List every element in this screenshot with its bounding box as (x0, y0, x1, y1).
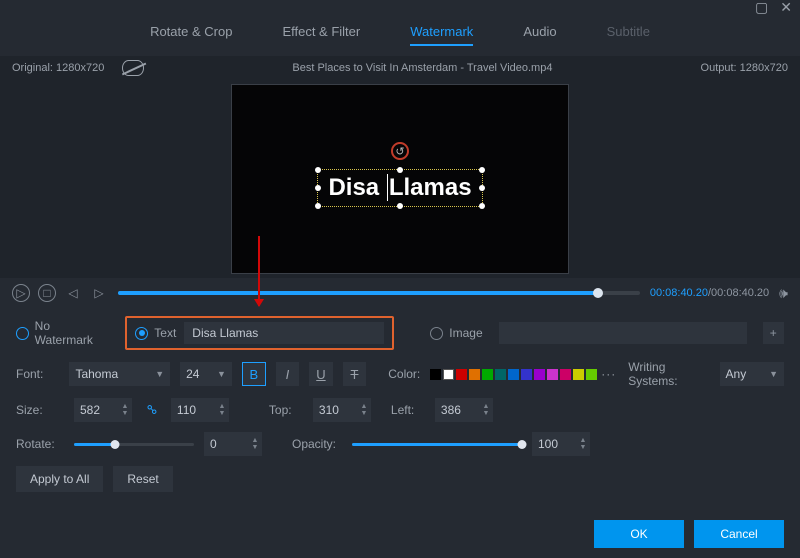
preview-toggle-icon[interactable] (122, 60, 144, 76)
writing-systems-select[interactable]: Any▼ (720, 362, 784, 386)
strikethrough-button[interactable]: T (343, 362, 367, 386)
top-spinner[interactable]: ▲▼ (313, 398, 371, 422)
next-frame-button[interactable]: ▷ (90, 284, 108, 302)
play-button[interactable]: ▷ (12, 284, 30, 302)
radio-no-watermark[interactable]: No Watermark (16, 319, 109, 347)
radio-image[interactable]: Image (430, 326, 482, 340)
font-size-select[interactable]: 24▼ (180, 362, 232, 386)
output-dimensions: Output: 1280x720 (701, 62, 788, 74)
underline-button[interactable]: U (309, 362, 333, 386)
opacity-label: Opacity: (292, 437, 342, 451)
watermark-text-input[interactable] (184, 322, 384, 344)
rotate-spinner[interactable]: ▲▼ (204, 432, 262, 456)
cancel-button[interactable]: Cancel (694, 520, 784, 548)
tab-subtitle[interactable]: Subtitle (607, 20, 650, 46)
italic-button[interactable]: I (276, 362, 300, 386)
file-name: Best Places to Visit In Amsterdam - Trav… (292, 62, 552, 74)
tab-bar: Rotate & Crop Effect & Filter Watermark … (0, 14, 800, 56)
radio-text[interactable]: Text (135, 326, 176, 340)
color-palette[interactable]: ··· (430, 367, 618, 381)
reset-button[interactable]: Reset (113, 466, 172, 492)
size-label: Size: (16, 403, 64, 417)
bold-button[interactable]: B (242, 362, 266, 386)
left-label: Left: (391, 403, 425, 417)
more-colors-icon: ··· (599, 367, 618, 381)
maximize-icon[interactable]: ▢ (755, 0, 768, 14)
image-path-input[interactable] (499, 322, 747, 344)
tab-audio[interactable]: Audio (523, 20, 556, 46)
close-icon[interactable]: ✕ (780, 0, 792, 14)
height-spinner[interactable]: ▲▼ (171, 398, 229, 422)
add-image-button[interactable]: + (763, 322, 784, 344)
time-display: 00:08:40.20/00:08:40.20 (650, 287, 769, 299)
font-label: Font: (16, 367, 59, 381)
rotate-slider[interactable] (74, 443, 194, 446)
video-preview: ↺ Disa Llamas (0, 80, 800, 278)
opacity-slider[interactable] (352, 443, 522, 446)
font-family-select[interactable]: Tahoma▼ (69, 362, 170, 386)
link-aspect-icon[interactable]: ⚯ (139, 398, 164, 423)
video-frame[interactable]: ↺ Disa Llamas (231, 84, 569, 274)
color-label: Color: (388, 367, 420, 381)
volume-icon[interactable]: 🕪 (779, 285, 788, 302)
prev-frame-button[interactable]: ◁ (64, 284, 82, 302)
apply-to-all-button[interactable]: Apply to All (16, 466, 103, 492)
stop-button[interactable]: □ (38, 284, 56, 302)
writing-systems-label: Writing Systems: (628, 360, 709, 388)
seek-bar[interactable] (118, 291, 640, 295)
tab-rotate-crop[interactable]: Rotate & Crop (150, 20, 232, 46)
left-spinner[interactable]: ▲▼ (435, 398, 493, 422)
original-dimensions: Original: 1280x720 (12, 62, 104, 74)
width-spinner[interactable]: ▲▼ (74, 398, 132, 422)
tab-watermark[interactable]: Watermark (410, 20, 473, 46)
rotate-handle-icon[interactable]: ↺ (391, 142, 409, 160)
annotation-arrow (258, 236, 260, 306)
ok-button[interactable]: OK (594, 520, 684, 548)
tab-effect-filter[interactable]: Effect & Filter (282, 20, 360, 46)
rotate-label: Rotate: (16, 437, 64, 451)
watermark-text-preview[interactable]: Disa Llamas (328, 174, 471, 201)
opacity-spinner[interactable]: ▲▼ (532, 432, 590, 456)
top-label: Top: (269, 403, 303, 417)
watermark-bounding-box[interactable]: ↺ Disa Llamas (317, 169, 482, 207)
